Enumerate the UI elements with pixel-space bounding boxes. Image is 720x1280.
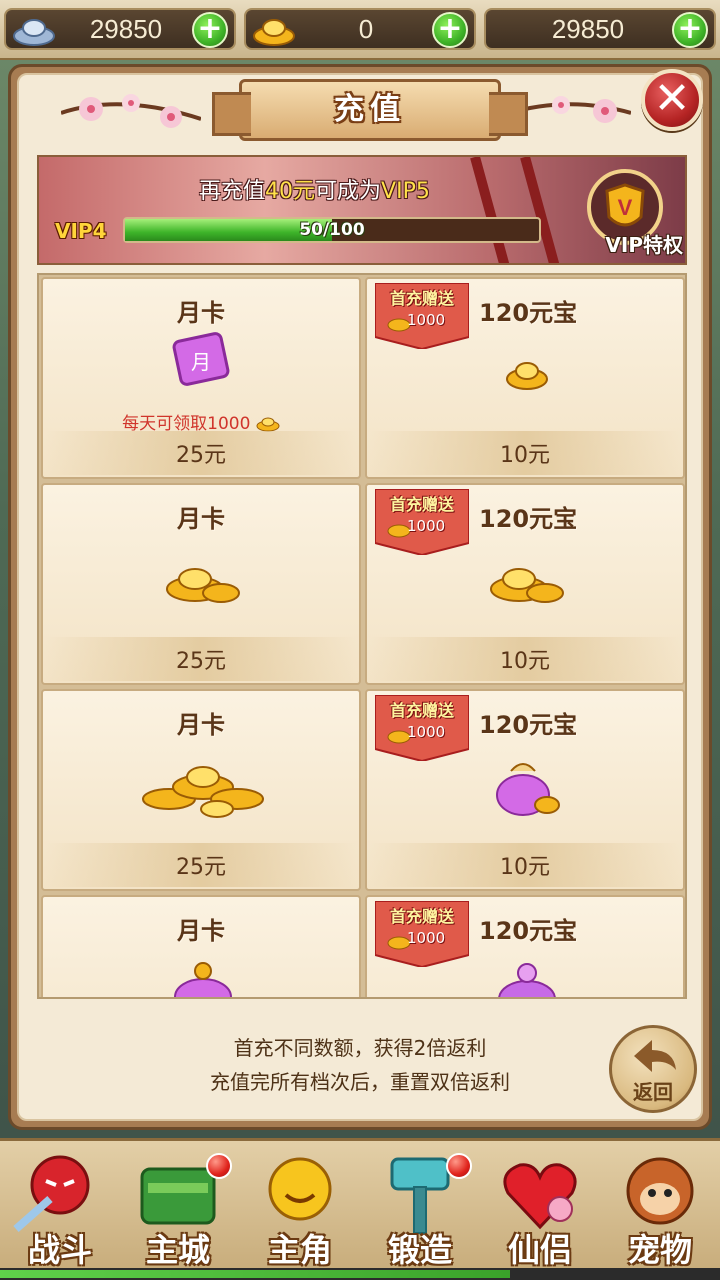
- gold-ingot-pile-large-icon: [142, 766, 264, 818]
- vip-upgrade-message: 再充值40元可成为VIP5: [199, 173, 430, 205]
- card-title: 120元宝: [479, 711, 578, 739]
- vip-progress-bar: 50/100: [123, 217, 541, 243]
- treasure-bag-icon: [174, 962, 232, 997]
- nav-hero[interactable]: 主角: [244, 1149, 356, 1275]
- card-title: 月卡: [177, 917, 225, 945]
- treasure-bag-icon: [496, 763, 560, 816]
- vip-progress-text: 50/100: [299, 220, 365, 240]
- nav-label: 锻造: [387, 1231, 452, 1269]
- vip-message-prefix: 再充值: [199, 179, 266, 204]
- recharge-card-monthly-2[interactable]: 月卡 25元: [41, 483, 361, 685]
- bonus-tag-value: 1000: [407, 311, 446, 329]
- recharge-card-monthly-1[interactable]: 月卡 月 每天可领取1000 25元: [41, 277, 361, 479]
- nav-label: 宠物: [627, 1231, 692, 1269]
- recharge-card-120-2[interactable]: 首充赠送 1000 120元宝 10元: [365, 483, 685, 685]
- footer-note-2: 充值完所有档次后，重置双倍返利: [210, 1070, 510, 1094]
- notification-dot: [446, 1153, 472, 1179]
- notification-dot: [206, 1153, 232, 1179]
- vip-banner: 再充值40元可成为VIP5 VIP4 50/100 V VIP特权: [37, 155, 687, 265]
- bonus-tag-label: 首充赠送: [389, 701, 454, 720]
- bottom-status-strip: [0, 1268, 720, 1280]
- svg-text:V: V: [618, 195, 633, 220]
- title-ribbon: 充值: [212, 79, 528, 141]
- gold-ingot-icon: [506, 362, 548, 390]
- add-currency-button[interactable]: +: [672, 12, 708, 48]
- nav-battle[interactable]: 战斗: [4, 1149, 116, 1275]
- vip-message-target: VIP5: [381, 179, 430, 204]
- recharge-card-monthly-4[interactable]: 月卡: [41, 895, 361, 997]
- recharge-card-120-4[interactable]: 首充赠送 1000 120元宝: [365, 895, 685, 997]
- gold-ingot-icon: [253, 19, 295, 46]
- bonus-tag-label: 首充赠送: [389, 495, 454, 514]
- third-amount: 29850: [551, 14, 625, 44]
- card-price: 10元: [500, 649, 550, 674]
- recharge-grid: 月卡 月 每天可领取1000 25元 月卡 25元 月卡 25元 月卡 首充赠送…: [37, 273, 687, 999]
- silver-currency: 29850 +: [4, 8, 236, 50]
- card-title: 120元宝: [479, 299, 578, 327]
- bonus-tag-label: 首充赠送: [389, 907, 454, 926]
- bottom-nav: 战斗 主城 主角 锻造 仙侣 宠物: [0, 1138, 720, 1280]
- svg-text:月: 月: [191, 350, 211, 374]
- add-silver-button[interactable]: +: [192, 12, 228, 48]
- tree-branch-decoration-icon: [470, 157, 560, 263]
- nav-forge[interactable]: 锻造: [364, 1149, 476, 1275]
- monthly-card-icon: 月: [172, 332, 230, 386]
- gold-ingot-pile-small-icon: [490, 568, 564, 603]
- silver-amount: 29850: [89, 14, 163, 44]
- card-price: 25元: [176, 855, 226, 880]
- bonus-tag-label: 首充赠送: [389, 289, 454, 308]
- card-title: 月卡: [177, 299, 225, 327]
- nav-companion[interactable]: 仙侣: [484, 1149, 596, 1275]
- recharge-card-120-3[interactable]: 首充赠送 1000 120元宝 10元: [365, 689, 685, 891]
- card-price: 25元: [176, 443, 226, 468]
- currency-bar: 29850 + 0 + 29850 +: [0, 0, 720, 60]
- card-price: 10元: [500, 443, 550, 468]
- nav-pet[interactable]: 宠物: [604, 1149, 716, 1275]
- bonus-tag-value: 1000: [407, 517, 446, 535]
- recharge-panel: 充值 ✕ 再充值40元可成为VIP5 VIP4 50/100 V VIP特权 月…: [8, 64, 712, 1130]
- card-title: 120元宝: [479, 505, 578, 533]
- bottom-status-fill: [0, 1270, 510, 1278]
- card-price: 10元: [500, 855, 550, 880]
- vip-message-amount: 40元: [265, 179, 316, 204]
- nav-label: 主城: [145, 1231, 210, 1269]
- close-icon: ✕: [653, 73, 691, 124]
- gold-currency: 0 +: [244, 8, 476, 50]
- silver-ingot-icon: [13, 19, 55, 46]
- plum-blossom-decoration-icon: [61, 94, 201, 128]
- third-currency: 29850 +: [484, 8, 716, 50]
- nav-label: 战斗: [27, 1231, 92, 1269]
- vip-privilege-label[interactable]: VIP特权: [605, 229, 683, 258]
- bonus-tag-value: 1000: [407, 723, 446, 741]
- card-title: 月卡: [177, 505, 225, 533]
- gold-ingot-pile-small-icon: [166, 568, 240, 603]
- vip-level-label: VIP4: [55, 219, 107, 243]
- nav-city[interactable]: 主城: [122, 1149, 234, 1275]
- nav-label: 仙侣: [507, 1231, 572, 1269]
- gold-amount: 0: [358, 14, 374, 44]
- add-gold-button[interactable]: +: [432, 12, 468, 48]
- footer-note-1: 首充不同数额，获得2倍返利: [233, 1036, 487, 1060]
- page-title: 充值: [334, 92, 406, 127]
- card-title: 月卡: [177, 711, 225, 739]
- card-title: 120元宝: [479, 917, 578, 945]
- nav-label: 主角: [267, 1231, 332, 1269]
- bonus-tag-value: 1000: [407, 929, 446, 947]
- card-price: 25元: [176, 649, 226, 674]
- close-button[interactable]: ✕: [641, 69, 703, 131]
- gold-ingot-icon: [256, 417, 280, 432]
- recharge-card-monthly-3[interactable]: 月卡 25元: [41, 689, 361, 891]
- vip-message-middle: 可成为: [315, 179, 382, 204]
- treasure-bag-icon: [498, 963, 556, 997]
- recharge-card-120-1[interactable]: 首充赠送 1000 120元宝 10元: [365, 277, 685, 479]
